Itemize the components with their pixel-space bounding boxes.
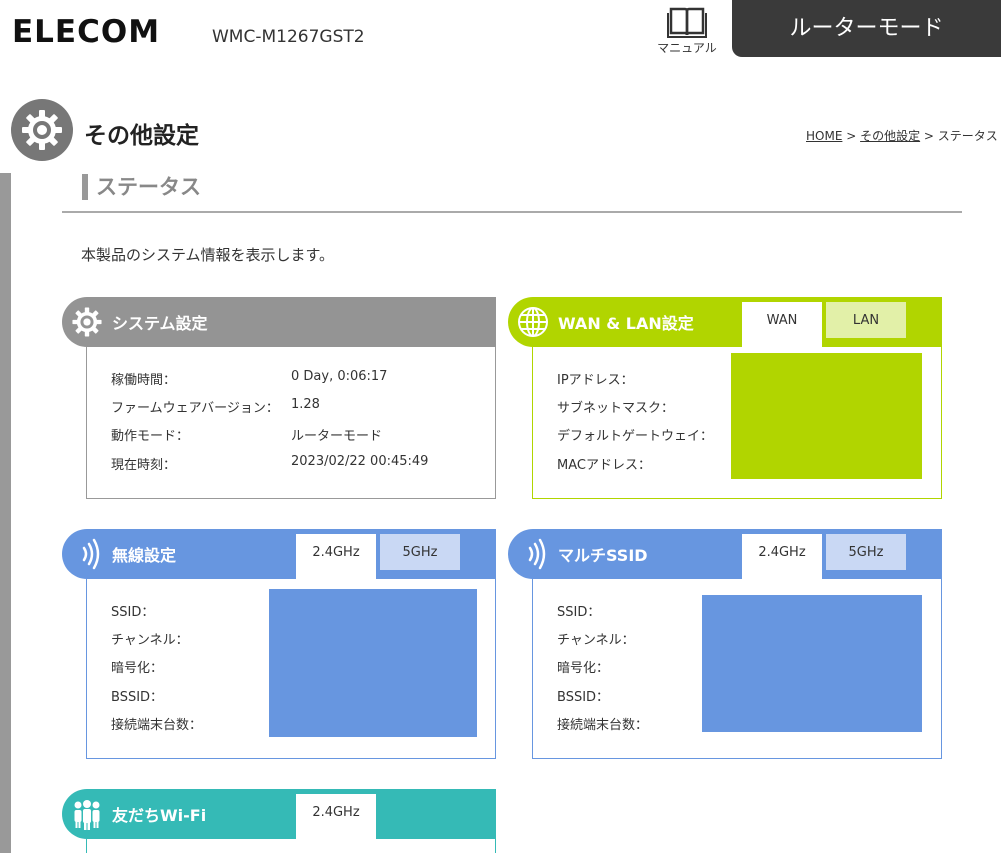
breadcrumb-separator: > bbox=[920, 129, 938, 143]
manual-label: マニュアル bbox=[657, 41, 717, 55]
wifi-signal-icon bbox=[62, 529, 112, 579]
people-icon bbox=[62, 789, 112, 839]
bssid-label: BSSID： bbox=[111, 690, 164, 705]
model-name: WMC-M1267GST2 bbox=[212, 27, 365, 47]
gateway-label: デフォルトゲートウェイ： bbox=[557, 429, 714, 444]
tab-5ghz[interactable]: 5GHz bbox=[826, 534, 906, 570]
ip-address-label: IPアドレス： bbox=[557, 373, 634, 388]
wan-lan-panel: WAN & LAN設定 WAN LAN IPアドレス： サブネットマスク： デフ… bbox=[508, 297, 942, 499]
router-mode-tab[interactable]: ルーターモード bbox=[732, 0, 1001, 57]
tab-lan[interactable]: LAN bbox=[826, 302, 906, 338]
multi-ssid-panel: マルチSSID 2.4GHz 5GHz SSID： チャンネル： 暗号化： BS… bbox=[508, 529, 942, 759]
tab-5ghz[interactable]: 5GHz bbox=[380, 534, 460, 570]
tab-wan[interactable]: WAN bbox=[742, 302, 822, 347]
firmware-value: 1.28 bbox=[291, 397, 320, 412]
system-panel-title: システム設定 bbox=[112, 314, 208, 333]
breadcrumb-separator: > bbox=[842, 129, 861, 143]
wireless-panel-body: SSID： チャンネル： 暗号化： BSSID： 接続端末台数： bbox=[86, 579, 496, 759]
breadcrumb: HOME > その他設定 > ステータス bbox=[806, 127, 998, 144]
system-panel-header: システム設定 bbox=[62, 297, 496, 347]
tab-2-4ghz[interactable]: 2.4GHz bbox=[296, 794, 376, 839]
breadcrumb-home[interactable]: HOME bbox=[806, 129, 842, 143]
time-value: 2023/02/22 00:45:49 bbox=[291, 454, 429, 469]
globe-icon bbox=[508, 297, 558, 347]
firmware-label: ファームウェアバージョン： bbox=[111, 401, 279, 416]
friend-wifi-panel-header: 友だちWi-Fi 2.4GHz bbox=[62, 789, 496, 839]
friend-wifi-panel-body bbox=[86, 839, 496, 853]
ssid-label: SSID： bbox=[111, 605, 155, 620]
clients-label: 接続端末台数： bbox=[557, 718, 649, 733]
wireless-panel: 無線設定 2.4GHz 5GHz SSID： チャンネル： 暗号化： BSSID… bbox=[62, 529, 496, 759]
gear-icon bbox=[62, 297, 112, 347]
page-description: 本製品のシステム情報を表示します。 bbox=[81, 246, 335, 264]
wan-lan-panel-title: WAN & LAN設定 bbox=[558, 314, 694, 333]
multi-ssid-panel-title: マルチSSID bbox=[558, 546, 648, 565]
system-panel-body: 稼働時間： 0 Day, 0:06:17 ファームウェアバージョン： 1.28 … bbox=[86, 347, 496, 499]
uptime-label: 稼働時間： bbox=[111, 373, 177, 388]
mode-value: ルーターモード bbox=[291, 429, 383, 444]
redacted-block bbox=[702, 595, 922, 732]
section-divider bbox=[62, 211, 962, 213]
book-icon bbox=[667, 7, 707, 38]
friend-wifi-panel-title: 友だちWi-Fi bbox=[112, 806, 207, 825]
section-title: ステータス bbox=[82, 174, 201, 200]
time-label: 現在時刻： bbox=[111, 458, 177, 473]
left-accent-bar bbox=[0, 173, 11, 853]
redacted-block bbox=[731, 353, 922, 479]
wan-lan-panel-body: IPアドレス： サブネットマスク： デフォルトゲートウェイ： MACアドレス： bbox=[532, 347, 942, 499]
breadcrumb-parent[interactable]: その他設定 bbox=[860, 129, 920, 143]
tab-2-4ghz[interactable]: 2.4GHz bbox=[296, 534, 376, 579]
elecom-logo[interactable]: ELECOM bbox=[12, 14, 160, 50]
tab-2-4ghz[interactable]: 2.4GHz bbox=[742, 534, 822, 579]
clients-label: 接続端末台数： bbox=[111, 718, 203, 733]
page-title: その他設定 bbox=[84, 123, 199, 149]
gear-icon bbox=[11, 99, 73, 161]
wan-lan-panel-header: WAN & LAN設定 WAN LAN bbox=[508, 297, 942, 347]
mac-address-label: MACアドレス： bbox=[557, 458, 651, 473]
channel-label: チャンネル： bbox=[111, 633, 189, 648]
multi-ssid-panel-body: SSID： チャンネル： 暗号化： BSSID： 接続端末台数： bbox=[532, 579, 942, 759]
system-panel: システム設定 稼働時間： 0 Day, 0:06:17 ファームウェアバージョン… bbox=[62, 297, 496, 499]
subnet-mask-label: サブネットマスク： bbox=[557, 401, 675, 416]
wireless-panel-header: 無線設定 2.4GHz 5GHz bbox=[62, 529, 496, 579]
channel-label: チャンネル： bbox=[557, 633, 635, 648]
wireless-panel-title: 無線設定 bbox=[112, 546, 177, 565]
friend-wifi-panel: 友だちWi-Fi 2.4GHz bbox=[62, 789, 496, 853]
mode-label: 動作モード： bbox=[111, 429, 190, 444]
breadcrumb-current: ステータス bbox=[937, 129, 998, 143]
manual-link[interactable]: マニュアル bbox=[654, 6, 720, 56]
ssid-label: SSID： bbox=[557, 605, 601, 620]
wifi-signal-icon bbox=[508, 529, 558, 579]
encryption-label: 暗号化： bbox=[557, 661, 610, 676]
uptime-value: 0 Day, 0:06:17 bbox=[291, 369, 388, 384]
bssid-label: BSSID： bbox=[557, 690, 610, 705]
multi-ssid-panel-header: マルチSSID 2.4GHz 5GHz bbox=[508, 529, 942, 579]
redacted-block bbox=[269, 589, 477, 737]
encryption-label: 暗号化： bbox=[111, 661, 164, 676]
